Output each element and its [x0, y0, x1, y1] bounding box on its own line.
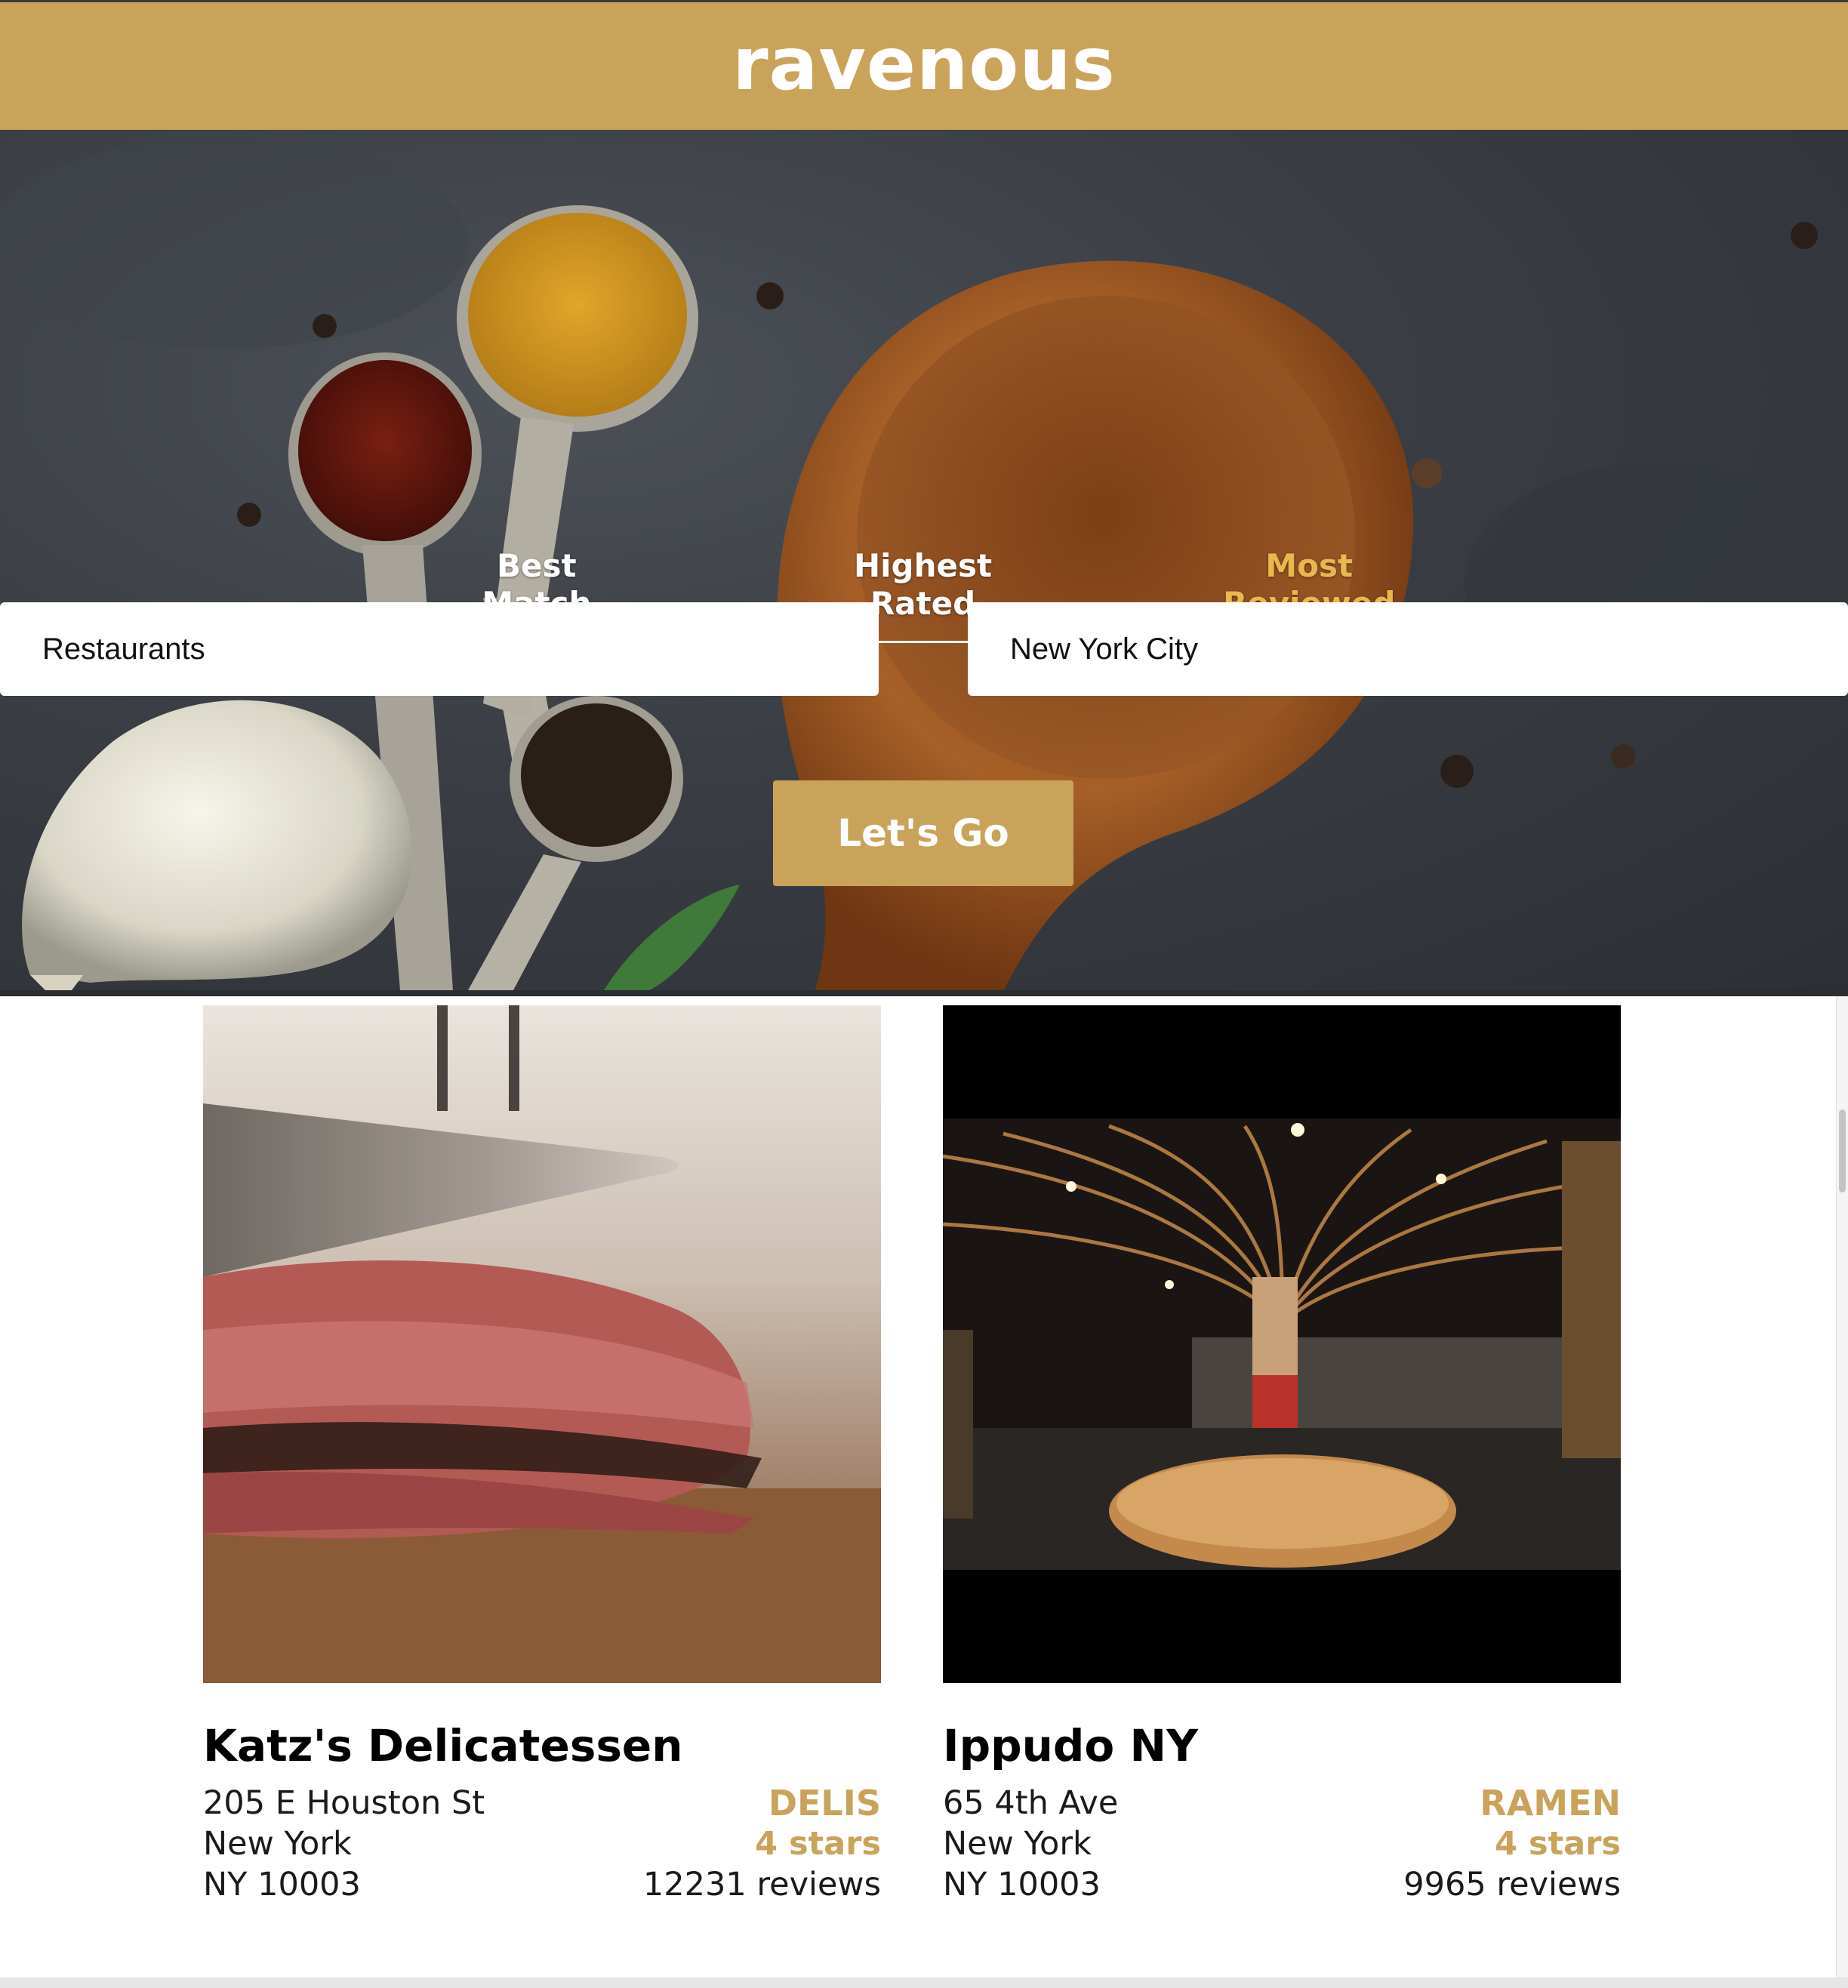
address-street: 205 E Houston St	[203, 1784, 485, 1822]
business-rating: 4 stars	[755, 1825, 881, 1863]
address-city: New York	[203, 1825, 352, 1863]
page: ravenous Best Highest Rated Most Restaur…	[0, 0, 1848, 1988]
business-image	[943, 1005, 1621, 1683]
search-terms-input[interactable]	[0, 602, 879, 696]
business-info: 65 4th Ave New York NY 10003 RAMEN 4 sta…	[943, 1783, 1621, 1905]
scrollbar-thumb[interactable]	[1839, 1109, 1846, 1192]
business-card[interactable]: Ippudo NY 65 4th Ave New York NY 10003 R…	[943, 1005, 1621, 1905]
business-category: RAMEN	[1480, 1783, 1621, 1823]
business-review-count: 9965 reviews	[1403, 1866, 1621, 1903]
business-card[interactable]: Katz's Delicatessen 205 E Houston St New…	[203, 1005, 881, 1905]
divider	[0, 990, 1848, 996]
business-address: 205 E Houston St New York NY 10003	[203, 1783, 485, 1905]
business-review-count: 12231 reviews	[642, 1866, 881, 1903]
address-state-zip: NY 10003	[943, 1866, 1101, 1903]
app-header: ravenous	[0, 0, 1848, 130]
business-rating: 4 stars	[1495, 1825, 1621, 1863]
address-city: New York	[943, 1825, 1092, 1863]
app-logo: ravenous	[732, 21, 1116, 106]
address-state-zip: NY 10003	[203, 1866, 361, 1903]
business-info: 205 E Houston St New York NY 10003 DELIS…	[203, 1783, 881, 1905]
business-image	[203, 1005, 881, 1683]
lets-go-button[interactable]: Let's Go	[773, 780, 1073, 886]
business-list: Katz's Delicatessen 205 E Houston St New…	[0, 996, 1836, 1977]
page-scrollbar[interactable]	[1836, 996, 1848, 1977]
business-address: 65 4th Ave New York NY 10003	[943, 1783, 1118, 1905]
business-category: DELIS	[768, 1783, 881, 1823]
address-street: 65 4th Ave	[943, 1784, 1119, 1822]
window-bottom-edge	[0, 1977, 1848, 1988]
business-reviews: DELIS 4 stars 12231 reviews	[643, 1783, 881, 1905]
business-name: Katz's Delicatessen	[203, 1720, 683, 1771]
business-name: Ippudo NY	[943, 1720, 1199, 1771]
search-location-input[interactable]	[968, 602, 1848, 696]
business-reviews: RAMEN 4 stars 9965 reviews	[1403, 1783, 1621, 1905]
